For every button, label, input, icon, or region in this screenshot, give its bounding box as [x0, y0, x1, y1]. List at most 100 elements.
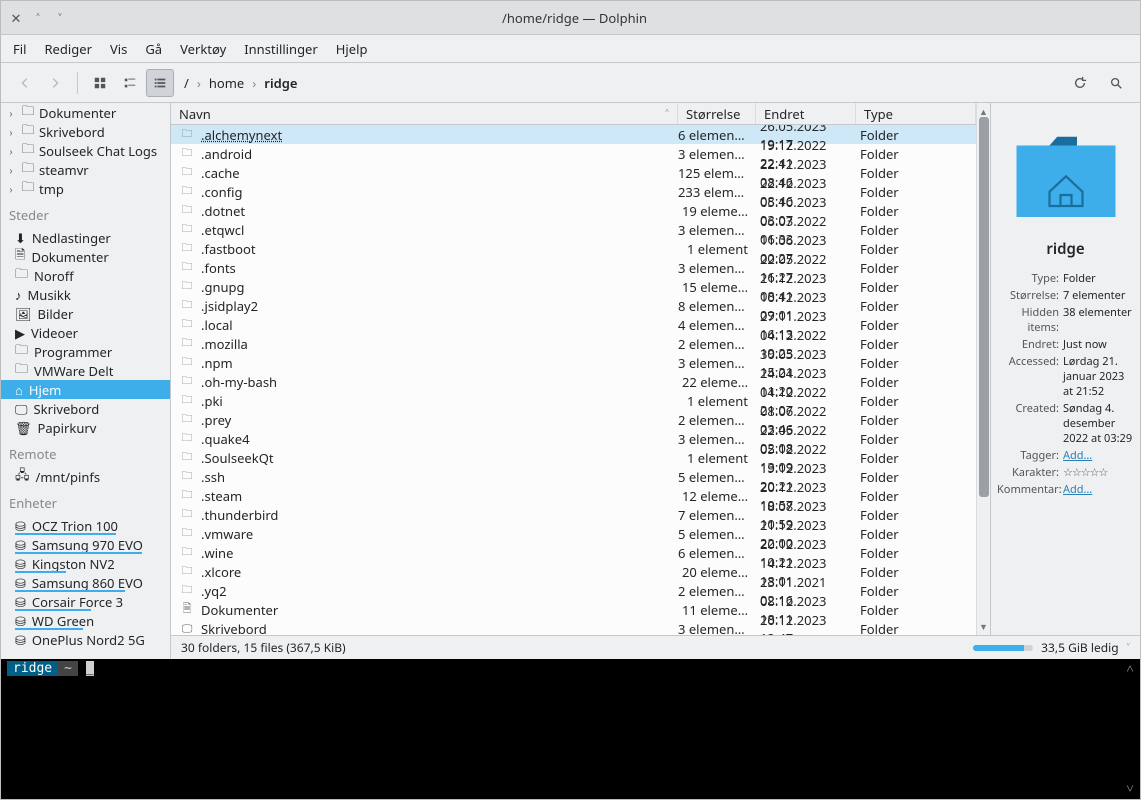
- close-icon[interactable]: ✕: [9, 11, 23, 25]
- scroll-thumb[interactable]: [979, 117, 989, 497]
- info-value: Just now: [1063, 337, 1134, 352]
- menu-hjelp[interactable]: Hjelp: [336, 40, 368, 58]
- place-label: VMWare Delt: [34, 362, 113, 380]
- place-item[interactable]: 🖵Skrivebord: [1, 399, 170, 418]
- file-list[interactable]: Navn˄ Størrelse Endret Type 🗀.alchemynex…: [171, 103, 976, 635]
- folder-icon: 🗀: [179, 410, 195, 429]
- file-name: .xlcore: [201, 563, 678, 581]
- file-size: 3 elementer: [678, 620, 756, 636]
- scrollbar[interactable]: ▲ ▼: [976, 103, 990, 635]
- expand-icon[interactable]: ›: [5, 106, 17, 120]
- folder-icon: 🗀: [179, 258, 195, 277]
- place-item[interactable]: ⌂Hjem: [1, 380, 170, 399]
- terminal-scroll-down-icon[interactable]: ˅: [1124, 781, 1136, 797]
- column-type[interactable]: Type: [856, 103, 976, 124]
- place-item[interactable]: 🗀Noroff: [1, 266, 170, 285]
- breadcrumb-current[interactable]: ridge: [264, 74, 297, 92]
- place-item[interactable]: ♪Musikk: [1, 285, 170, 304]
- info-value: Søndag 4. desember 2022 at 03:29: [1063, 401, 1134, 446]
- file-modified: 20.12.2023 12:47: [756, 611, 856, 636]
- info-label: Accessed:: [997, 354, 1063, 399]
- file-size: 5 elementer: [678, 525, 756, 543]
- expand-icon[interactable]: ›: [5, 182, 17, 196]
- place-item[interactable]: 🗀VMWare Delt: [1, 361, 170, 380]
- folder-icon: 🗀: [179, 391, 195, 410]
- column-modified[interactable]: Endret: [756, 103, 856, 124]
- remote-item[interactable]: 🖧/mnt/pinfs: [1, 467, 170, 486]
- file-type: Folder: [856, 449, 976, 467]
- back-button[interactable]: [11, 69, 39, 97]
- file-size: 11 eleme…: [678, 601, 756, 619]
- menubar: Fil Rediger Vis Gå Verktøy Innstillinger…: [1, 35, 1140, 63]
- file-size: 3 elementer: [678, 259, 756, 277]
- maximize-icon[interactable]: ˄: [31, 11, 45, 25]
- expand-icon[interactable]: ›: [5, 163, 17, 177]
- column-size[interactable]: Størrelse: [678, 103, 756, 124]
- file-type: Folder: [856, 487, 976, 505]
- file-name: .fastboot: [201, 240, 678, 258]
- folder-icon: 🗀: [15, 264, 28, 287]
- info-label: Størrelse:: [997, 288, 1063, 303]
- file-type: Folder: [856, 544, 976, 562]
- place-item[interactable]: ⬇Nedlastinger: [1, 228, 170, 247]
- breadcrumb-home[interactable]: home: [209, 74, 244, 92]
- menu-vis[interactable]: Vis: [110, 40, 127, 58]
- device-item[interactable]: ⛁Kingston NV2: [1, 554, 170, 573]
- menu-fil[interactable]: Fil: [13, 40, 26, 58]
- info-add-tags-link[interactable]: Add…: [1063, 448, 1092, 463]
- file-row[interactable]: 🖵Skrivebord3 elementer20.12.2023 12:47Fo…: [171, 619, 976, 635]
- folder-icon: 🗀: [179, 448, 195, 467]
- remote-label: /mnt/pinfs: [36, 468, 101, 486]
- view-compact-button[interactable]: [116, 69, 144, 97]
- menu-innstillinger[interactable]: Innstillinger: [244, 40, 318, 58]
- menu-ga[interactable]: Gå: [145, 40, 162, 58]
- view-details-button[interactable]: [146, 69, 174, 97]
- refresh-button[interactable]: [1066, 69, 1094, 97]
- terminal-user: ridge: [7, 661, 58, 676]
- file-name: .pki: [201, 392, 678, 410]
- view-icons-button[interactable]: [86, 69, 114, 97]
- terminal-path: ~: [58, 661, 78, 676]
- scroll-down-icon[interactable]: ▼: [979, 620, 988, 633]
- search-button[interactable]: [1102, 69, 1130, 97]
- chevron-down-icon[interactable]: ˅: [1127, 639, 1130, 656]
- info-panel: ridge Type:FolderStørrelse:7 elementerHi…: [990, 103, 1140, 635]
- breadcrumb-root[interactable]: /: [184, 74, 189, 92]
- tree-item[interactable]: ›🗀tmp: [1, 179, 170, 198]
- expand-icon[interactable]: ›: [5, 125, 17, 139]
- device-item[interactable]: ⛁Samsung 860 EVO: [1, 573, 170, 592]
- column-name[interactable]: Navn˄: [171, 103, 678, 124]
- device-item[interactable]: ⛁OCZ Trion 100: [1, 516, 170, 535]
- file-name: .quake4: [201, 430, 678, 448]
- disk-icon: ⛁: [15, 612, 26, 630]
- device-item[interactable]: ⛁Corsair Force 3: [1, 592, 170, 611]
- terminal-panel[interactable]: ˄ ˅ ridge~ _: [1, 659, 1140, 799]
- forward-button[interactable]: [41, 69, 69, 97]
- file-type: Folder: [856, 145, 976, 163]
- file-type: Folder: [856, 259, 976, 277]
- place-item[interactable]: 🗑Papirkurv: [1, 418, 170, 437]
- tree-label: Dokumenter: [39, 104, 116, 122]
- device-item[interactable]: ⛁WD Green: [1, 611, 170, 630]
- minimize-icon[interactable]: ˅: [53, 11, 67, 25]
- expand-icon[interactable]: ›: [5, 144, 17, 158]
- disk-icon: ⛁: [15, 555, 26, 573]
- file-size: 8 elementer: [678, 297, 756, 315]
- terminal-scroll-up-icon[interactable]: ˄: [1124, 661, 1136, 677]
- titlebar: ✕ ˄ ˅ /home/ridge — Dolphin: [1, 1, 1140, 35]
- place-item[interactable]: 🖼Bilder: [1, 304, 170, 323]
- folder-icon: 🗀: [179, 353, 195, 372]
- folder-icon: 🗀: [179, 163, 195, 182]
- menu-verktoy[interactable]: Verktøy: [180, 40, 226, 58]
- file-type: Folder: [856, 506, 976, 524]
- folder-icon: 🗀: [179, 467, 195, 486]
- info-add-comment-link[interactable]: Add…: [1063, 482, 1092, 497]
- folder-icon: 🗀: [179, 182, 195, 201]
- menu-rediger[interactable]: Rediger: [44, 40, 91, 58]
- folder-icon: 🗀: [179, 524, 195, 543]
- status-free: 33,5 GiB ledig: [1041, 639, 1118, 656]
- disk-icon: ⛁: [15, 536, 26, 554]
- device-item[interactable]: ⛁Samsung 970 EVO: [1, 535, 170, 554]
- info-rating-stars[interactable]: ☆☆☆☆☆: [1063, 465, 1134, 480]
- device-item[interactable]: ⛁OnePlus Nord2 5G: [1, 630, 170, 649]
